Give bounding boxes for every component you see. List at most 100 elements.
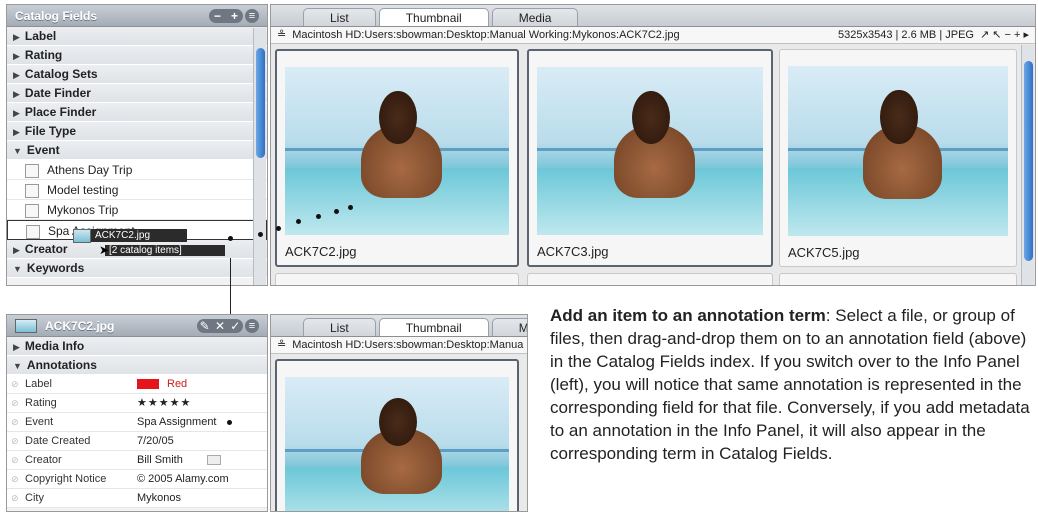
caption-heading: Add an item to an annotation term	[550, 306, 826, 325]
thumbnail-cell[interactable]	[275, 359, 519, 511]
section-media-info[interactable]: ▶ Media Info	[7, 337, 267, 356]
field-catalog-sets[interactable]: ▶ Catalog Sets	[7, 65, 267, 84]
info-panel: ACK7C2.jpg ✎ ✕ ✓ ≡ ▶ Media Info ▼ Annotati…	[6, 314, 268, 512]
thumbnail-cell[interactable]: ACK7C3.jpg	[527, 49, 773, 267]
info-key: Label	[7, 375, 137, 394]
browser-bottom: List Thumbnail Media ≗ Macintosh HD:User…	[270, 314, 528, 512]
drag-ghost: ACK7C2.jpg	[91, 229, 187, 242]
info-row-rating[interactable]: Rating ★★★★★	[7, 394, 267, 413]
info-row-label[interactable]: Label Red	[7, 375, 267, 394]
drag-path-dot	[348, 205, 353, 210]
thumbnail-cell[interactable]: ACK7C5.jpg	[779, 49, 1017, 267]
info-value: Spa Assignment	[137, 416, 217, 428]
event-marker-dot	[227, 420, 232, 425]
scrollbar-thumb[interactable]	[256, 48, 265, 158]
thumbnail-image	[285, 377, 509, 511]
term-checkbox[interactable]	[26, 224, 40, 239]
browser-top: List Thumbnail Media ≗ Macintosh HD:User…	[270, 4, 1036, 286]
info-panel-controls: ✎ ✕ ✓ ≡	[197, 318, 259, 333]
expand-triangle-icon[interactable]: ▶	[13, 245, 20, 255]
tab-thumbnail[interactable]: Thumbnail	[378, 318, 489, 336]
panel-menu-button[interactable]: ≡	[245, 318, 259, 333]
check-icon[interactable]: ✓	[230, 319, 240, 333]
contact-card-icon[interactable]	[206, 455, 221, 466]
expand-triangle-icon[interactable]: ▶	[13, 89, 20, 99]
info-value: 7/20/05	[137, 435, 174, 447]
field-place-finder[interactable]: ▶ Place Finder	[7, 103, 267, 122]
expand-triangle-icon[interactable]: ▶	[13, 108, 20, 118]
info-row-creator[interactable]: Creator Bill Smith	[7, 451, 267, 470]
info-row-date-created[interactable]: Date Created 7/20/05	[7, 432, 267, 451]
term-model-testing[interactable]: Model testing	[7, 180, 267, 200]
field-event[interactable]: ▼ Event	[7, 141, 267, 160]
section-annotations[interactable]: ▼ Annotations	[7, 356, 267, 375]
tab-media[interactable]: Media	[491, 318, 527, 336]
tab-list[interactable]: List	[303, 318, 376, 336]
path-bar: ≗ Macintosh HD:Users:sbowman:Desktop:Man…	[271, 27, 1035, 44]
file-path: Macintosh HD:Users:sbowman:Desktop:Manua…	[292, 29, 680, 41]
edit-icon[interactable]: ✎	[200, 319, 210, 333]
field-file-type[interactable]: ▶ File Type	[7, 122, 267, 141]
field-rating[interactable]: ▶ Rating	[7, 46, 267, 65]
thumbnail-filename: ACK7C5.jpg	[788, 245, 860, 260]
scrollbar-thumb[interactable]	[1024, 61, 1033, 261]
expand-triangle-icon[interactable]: ▶	[13, 342, 20, 352]
catalog-scrollbar[interactable]	[253, 28, 266, 285]
thumbnail-image	[285, 67, 509, 235]
thumbnail-cell-partial[interactable]	[779, 273, 1017, 285]
thumbnail-cell[interactable]: ACK7C2.jpg	[275, 49, 519, 267]
term-checkbox[interactable]	[25, 163, 39, 178]
thumbnail-image	[537, 67, 763, 235]
view-tabs: List Thumbnail Media	[271, 5, 1035, 27]
browser-scrollbar[interactable]	[1021, 45, 1034, 285]
rating-stars[interactable]: ★★★★★	[137, 394, 267, 412]
info-value: Bill Smith	[137, 451, 267, 469]
expand-triangle-icon[interactable]: ▶	[13, 51, 20, 61]
term-checkbox[interactable]	[25, 203, 39, 218]
edit-controls: ✎ ✕ ✓	[197, 318, 243, 333]
term-athens-day-trip[interactable]: Athens Day Trip	[7, 160, 267, 180]
field-label[interactable]: ▶ Label	[7, 27, 267, 46]
drag-path-dot	[276, 226, 281, 231]
disk-icon: ≗	[277, 339, 287, 351]
info-row-copyright[interactable]: Copyright Notice © 2005 Alamy.com	[7, 470, 267, 489]
info-key: Copyright Notice	[7, 470, 137, 489]
info-panel-title: ACK7C2.jpg	[45, 318, 115, 333]
expand-triangle-icon[interactable]: ▶	[13, 70, 20, 80]
expand-triangle-icon[interactable]: ▶	[13, 127, 20, 137]
term-checkbox[interactable]	[25, 183, 39, 198]
collapse-triangle-icon[interactable]: ▼	[13, 264, 22, 274]
drag-path-dot	[334, 209, 339, 214]
field-date-finder[interactable]: ▶ Date Finder	[7, 84, 267, 103]
info-key: City	[7, 489, 137, 508]
thumbnail-cell-partial[interactable]	[527, 273, 773, 285]
term-mykonos-trip[interactable]: Mykonos Trip	[7, 200, 267, 220]
panel-menu-button[interactable]: ≡	[245, 8, 259, 23]
close-icon[interactable]: ✕	[215, 319, 225, 333]
tab-thumbnail[interactable]: Thumbnail	[378, 8, 489, 26]
thumbnail-filename: ACK7C2.jpg	[285, 244, 357, 259]
info-value: Red	[137, 375, 267, 393]
info-row-city[interactable]: City Mykonos	[7, 489, 267, 508]
expand-triangle-icon[interactable]: ▶	[13, 32, 20, 42]
collapse-triangle-icon[interactable]: ▼	[13, 361, 22, 371]
info-key: Date Created	[7, 432, 137, 451]
caption-text: Add an item to an annotation term: Selec…	[550, 304, 1036, 465]
thumbnail-cell-partial[interactable]	[275, 273, 519, 285]
tab-media[interactable]: Media	[491, 8, 579, 26]
drag-ghost-filename: ACK7C2.jpg	[95, 230, 151, 241]
thumbnail-filename: ACK7C3.jpg	[537, 244, 609, 259]
drag-path-dot	[316, 214, 321, 219]
info-key: Event	[7, 413, 137, 432]
add-field-button[interactable]: +	[231, 9, 238, 23]
info-panel-header: ACK7C2.jpg ✎ ✕ ✓ ≡	[7, 315, 267, 337]
drag-count-badge: [2 catalog items]	[105, 245, 225, 256]
collapse-triangle-icon[interactable]: ▼	[13, 146, 22, 156]
drag-path-dot	[228, 236, 233, 241]
view-tabs: List Thumbnail Media	[271, 315, 527, 337]
tab-list[interactable]: List	[303, 8, 376, 26]
remove-field-button[interactable]: −	[214, 9, 221, 23]
zoom-in-icon[interactable]: ↗ ↖ − + ▸	[980, 27, 1035, 43]
field-keywords[interactable]: ▼ Keywords	[7, 259, 267, 278]
label-color-swatch	[137, 379, 159, 390]
